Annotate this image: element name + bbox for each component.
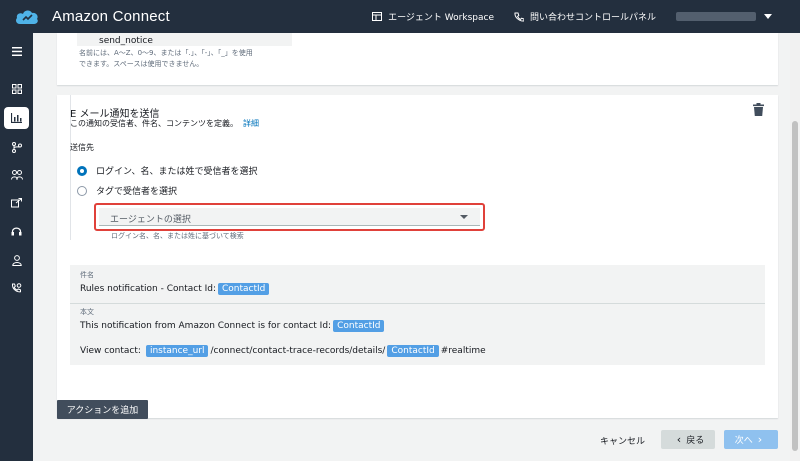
caret-down-icon	[460, 215, 468, 219]
app-title: Amazon Connect	[52, 8, 170, 25]
next-button[interactable]: 次へ ›	[724, 430, 778, 449]
top-nav-bar: Amazon Connect エージェント Workspace 問い合わせコント…	[0, 0, 800, 33]
agent-workspace-link[interactable]: エージェント Workspace	[372, 10, 494, 23]
radio-option-login-label: ログイン、名、または姓で受信者を選択	[96, 167, 258, 177]
rule-name-hint-line1: 名前には、A～Z、0～9、または「.」、「-」、「_」を使用	[79, 49, 253, 57]
rule-name-hint-line2: できます。スペースは使用できません。	[79, 60, 204, 68]
dashboard-icon[interactable]	[4, 78, 29, 100]
body-line2-middle: /connect/contact-trace-records/details/	[210, 346, 386, 356]
subject-text: Rules notification - Contact Id:	[80, 284, 216, 294]
subject-contactid-tag[interactable]: ContactId	[218, 283, 270, 295]
body-line-2[interactable]: View contact: instance_url /connect/cont…	[80, 345, 486, 357]
phone-icon	[514, 12, 524, 22]
agent-icon[interactable]	[4, 249, 29, 271]
users-icon[interactable]	[4, 164, 29, 186]
back-button[interactable]: ‹ 戻る	[661, 430, 715, 449]
rule-name-input[interactable]: send_notice	[77, 33, 292, 46]
amazon-connect-logo-icon	[14, 7, 40, 27]
content-divider	[70, 303, 765, 304]
message-content-panel: 件名 Rules notification - Contact Id: Cont…	[70, 265, 765, 365]
body-line1-text: This notification from Amazon Connect is…	[80, 321, 332, 331]
agent-select-placeholder: エージェントの選択	[110, 215, 191, 225]
agent-select-highlight: エージェントの選択	[94, 203, 485, 231]
radio-option-tag-label: タグで受信者を選択	[96, 187, 178, 197]
routing-icon[interactable]	[4, 136, 29, 158]
vertical-scrollbar[interactable]	[790, 33, 800, 461]
brand[interactable]: Amazon Connect	[14, 7, 170, 27]
headset-icon[interactable]	[4, 220, 29, 242]
section-description-text: この通知の受信者、件名、コンテンツを定義。	[70, 119, 238, 128]
details-link[interactable]: 詳細	[243, 119, 259, 128]
sidebar	[0, 33, 33, 461]
next-label: 次へ	[734, 436, 753, 446]
body-contactid-tag[interactable]: ContactId	[333, 320, 385, 332]
subject-line[interactable]: Rules notification - Contact Id: Contact…	[80, 283, 271, 295]
radio-unchecked-icon[interactable]	[77, 185, 87, 196]
body-line-1[interactable]: This notification from Amazon Connect is…	[80, 320, 386, 332]
radio-option-tag[interactable]: タグで受信者を選択	[77, 184, 177, 197]
body-line2-prefix: View contact:	[80, 346, 141, 356]
back-label: 戻る	[686, 436, 705, 446]
phone-settings-icon[interactable]	[4, 277, 29, 299]
ccp-link[interactable]: 問い合わせコントロールパネル	[514, 10, 656, 23]
user-menu-caret-icon[interactable]	[764, 14, 772, 19]
body-line2-contactid-tag[interactable]: ContactId	[387, 345, 439, 357]
main-content: send_notice 名前には、A～Z、0～9、または「.」、「-」、「_」を…	[33, 33, 800, 461]
body-label: 本文	[80, 308, 94, 316]
agent-select-dropdown[interactable]: エージェントの選択	[99, 208, 480, 226]
menu-icon[interactable]	[4, 40, 29, 62]
channels-icon[interactable]	[4, 192, 29, 214]
cancel-button[interactable]: キャンセル	[600, 434, 645, 447]
workspace-icon	[372, 12, 383, 21]
section-description: この通知の受信者、件名、コンテンツを定義。 詳細	[70, 118, 259, 129]
agent-workspace-label: エージェント Workspace	[388, 13, 494, 23]
analytics-icon[interactable]	[4, 107, 29, 129]
user-name-redacted[interactable]	[676, 12, 756, 21]
instance-url-tag[interactable]: instance_url	[145, 345, 209, 357]
agent-select-hint: ログイン名、名、または姓に基づいて検索	[111, 232, 244, 240]
body-line2-suffix: #realtime	[440, 346, 486, 356]
delete-action-icon[interactable]	[753, 103, 764, 119]
subject-label: 件名	[80, 271, 94, 279]
radio-checked-icon[interactable]	[77, 165, 87, 176]
scrollbar-thumb[interactable]	[792, 121, 798, 451]
add-action-button[interactable]: アクションを追加	[57, 400, 148, 419]
ccp-label: 問い合わせコントロールパネル	[529, 13, 656, 23]
email-action-card: E メール通知を送信 この通知の受信者、件名、コンテンツを定義。 詳細 送信先 ロ…	[57, 95, 778, 418]
chevron-left-icon: ‹	[676, 433, 682, 446]
radio-option-login[interactable]: ログイン、名、または姓で受信者を選択	[77, 164, 257, 177]
recipient-label: 送信先	[70, 143, 94, 152]
rule-name-card: send_notice 名前には、A～Z、0～9、または「.」、「-」、「_」を…	[57, 33, 778, 85]
chevron-right-icon: ›	[757, 433, 763, 446]
